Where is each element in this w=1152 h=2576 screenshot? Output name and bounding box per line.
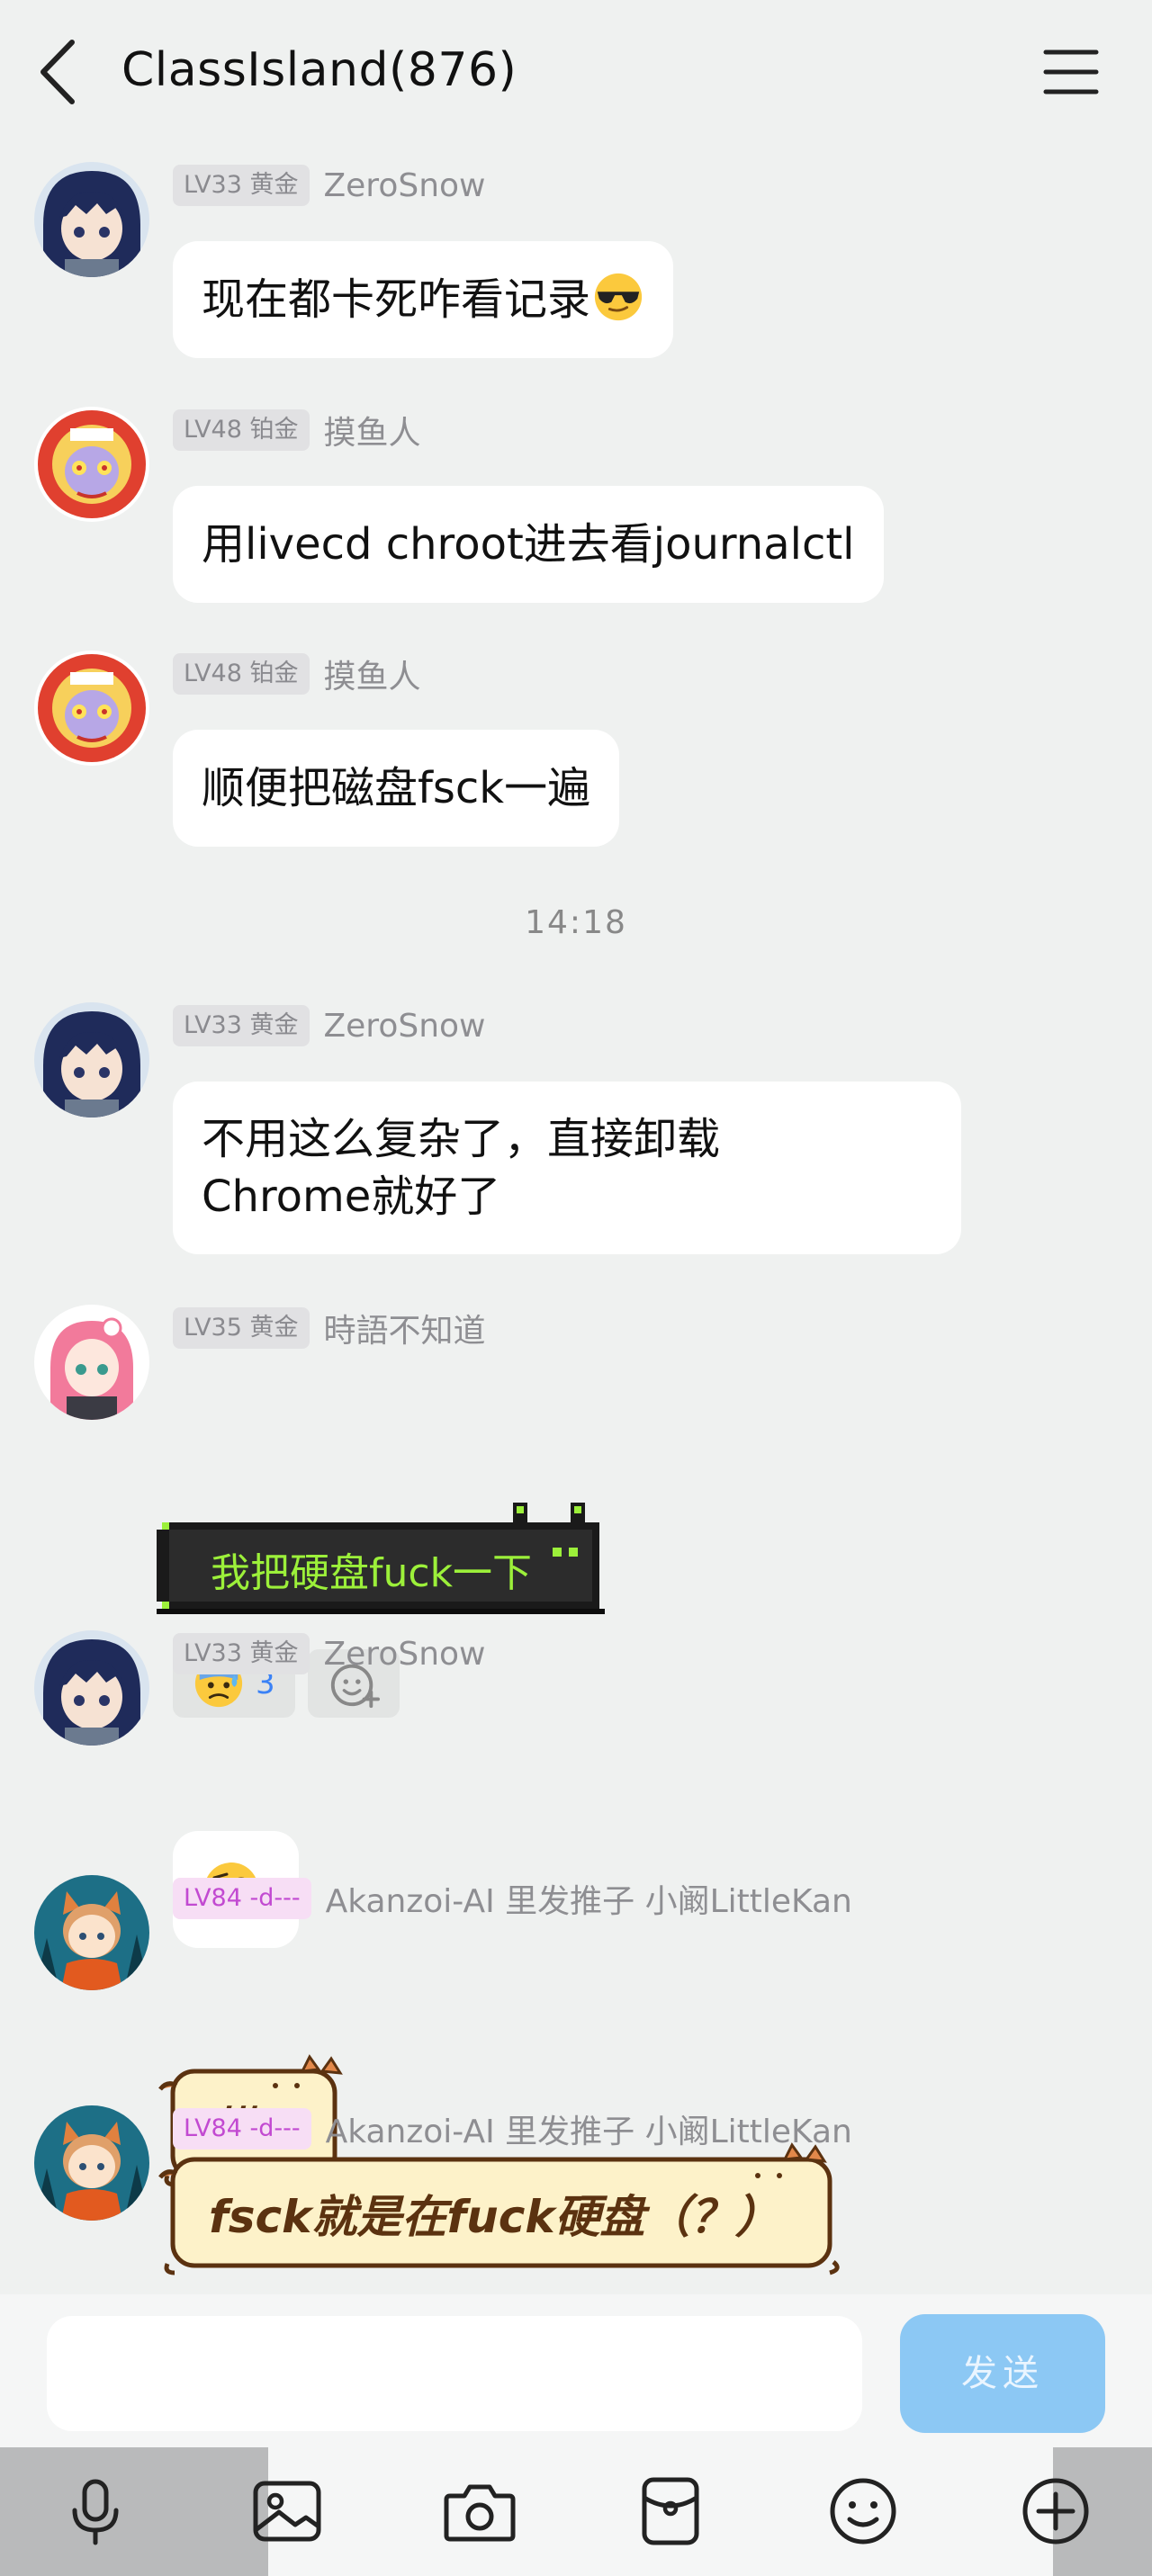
message-text: 用livecd chroot进去看journalctl	[202, 519, 855, 570]
send-button[interactable]: 发送	[900, 2314, 1105, 2433]
emoji-button[interactable]	[824, 2473, 902, 2550]
message-text: 现在都卡死咋看记录	[202, 274, 591, 325]
message-bubble[interactable]: 顺便把磁盘fsck一遍	[173, 730, 620, 847]
avatar[interactable]	[34, 1875, 149, 1990]
more-button[interactable]	[1017, 2473, 1094, 2550]
image-icon	[253, 2481, 321, 2542]
red-packet-button[interactable]	[632, 2473, 709, 2550]
emoji-icon	[830, 2478, 896, 2545]
level-badge: LV33 黄金	[173, 165, 310, 206]
red-packet-icon	[642, 2477, 699, 2545]
avatar[interactable]	[34, 1630, 149, 1746]
back-button[interactable]	[27, 31, 90, 112]
avatar[interactable]	[34, 407, 149, 522]
avatar[interactable]	[34, 1002, 149, 1117]
input-bar: 发送	[0, 2294, 1152, 2447]
chevron-left-icon	[40, 40, 75, 104]
pixel-message-bubble[interactable]: 我把硬盘fuck一下	[157, 1503, 605, 1614]
plus-icon	[1022, 2478, 1089, 2545]
avatar-zerosnow-icon	[34, 1002, 149, 1117]
message-meta: LV35 黄金 時語不知道	[173, 1306, 486, 1350]
image-button[interactable]	[248, 2473, 326, 2550]
avatar-zerosnow-icon	[34, 1630, 149, 1746]
message-list[interactable]: LV33 黄金 ZeroSnow 现在都卡死咋看记录 LV48 铂金 摸鱼人 用…	[0, 144, 1152, 2294]
bottom-toolbar	[0, 2447, 1152, 2576]
camera-button[interactable]	[441, 2473, 518, 2550]
voice-button[interactable]	[57, 2473, 134, 2550]
sender-name[interactable]: ZeroSnow	[324, 1636, 486, 1673]
sender-name[interactable]: ZeroSnow	[324, 167, 486, 204]
message-bubble[interactable]: 用livecd chroot进去看journalctl	[173, 486, 884, 603]
hamburger-menu-icon	[1043, 49, 1099, 94]
sunglasses-emoji-icon	[594, 273, 643, 321]
camera-icon	[444, 2484, 516, 2542]
message-text: fsck就是在fuck硬盘（？）	[209, 2191, 780, 2243]
avatar-lion-icon	[34, 407, 149, 522]
avatar-cat-boy-icon	[34, 1875, 149, 1990]
sender-name[interactable]: 時語不知道	[324, 1305, 486, 1351]
message-meta: LV48 铂金 摸鱼人	[173, 652, 421, 696]
avatar-zerosnow-icon	[34, 162, 149, 277]
toolbar-shade	[0, 2447, 268, 2576]
avatar[interactable]	[34, 2105, 149, 2221]
sender-name[interactable]: Akanzoi-AI 里发推子 小阚LittleKan	[326, 1875, 852, 1922]
microphone-icon	[72, 2479, 119, 2545]
level-badge: LV48 铂金	[173, 653, 310, 695]
avatar-lion-icon	[34, 651, 149, 766]
avatar[interactable]	[34, 1305, 149, 1420]
message-text-line: 不用这么复杂了，直接卸载	[202, 1114, 721, 1164]
message-input[interactable]	[47, 2316, 862, 2431]
message-meta: LV33 黄金 ZeroSnow	[173, 1632, 485, 1675]
level-badge: LV35 黄金	[173, 1307, 310, 1349]
level-badge: LV84 -d---	[173, 1878, 311, 1919]
message-bubble[interactable]: 不用这么复杂了，直接卸载 Chrome就好了	[173, 1082, 961, 1254]
message-meta: LV33 黄金 ZeroSnow	[173, 164, 485, 207]
sender-name[interactable]: 摸鱼人	[324, 407, 421, 453]
avatar[interactable]	[34, 651, 149, 766]
sender-name[interactable]: 摸鱼人	[324, 651, 421, 697]
message-text-line: Chrome就好了	[202, 1171, 501, 1222]
level-badge: LV33 黄金	[173, 1633, 310, 1674]
message-bubble[interactable]: 现在都卡死咋看记录	[173, 241, 674, 358]
level-badge: LV33 黄金	[173, 1005, 310, 1046]
message-meta: LV48 铂金 摸鱼人	[173, 408, 421, 452]
cat-message-bubble[interactable]: fsck就是在fuck硬盘（？）	[155, 2141, 848, 2276]
message-meta: LV33 黄金 ZeroSnow	[173, 1004, 485, 1047]
message-text: 顺便把磁盘fsck一遍	[202, 763, 591, 813]
top-bar: ClassIsland(876)	[0, 0, 1152, 144]
message-meta: LV84 -d--- Akanzoi-AI 里发推子 小阚LittleKan	[173, 1877, 852, 1920]
chat-title: ClassIsland(876)	[122, 43, 518, 97]
level-badge: LV48 铂金	[173, 409, 310, 451]
menu-button[interactable]	[1033, 38, 1109, 106]
avatar-cat-boy-icon	[34, 2105, 149, 2221]
message-text: 我把硬盘fuck一下	[211, 1550, 533, 1596]
avatar[interactable]	[34, 162, 149, 277]
timestamp-divider: 14:18	[525, 904, 627, 941]
sender-name[interactable]: ZeroSnow	[324, 1008, 486, 1045]
avatar-pink-hair-icon	[34, 1305, 149, 1420]
